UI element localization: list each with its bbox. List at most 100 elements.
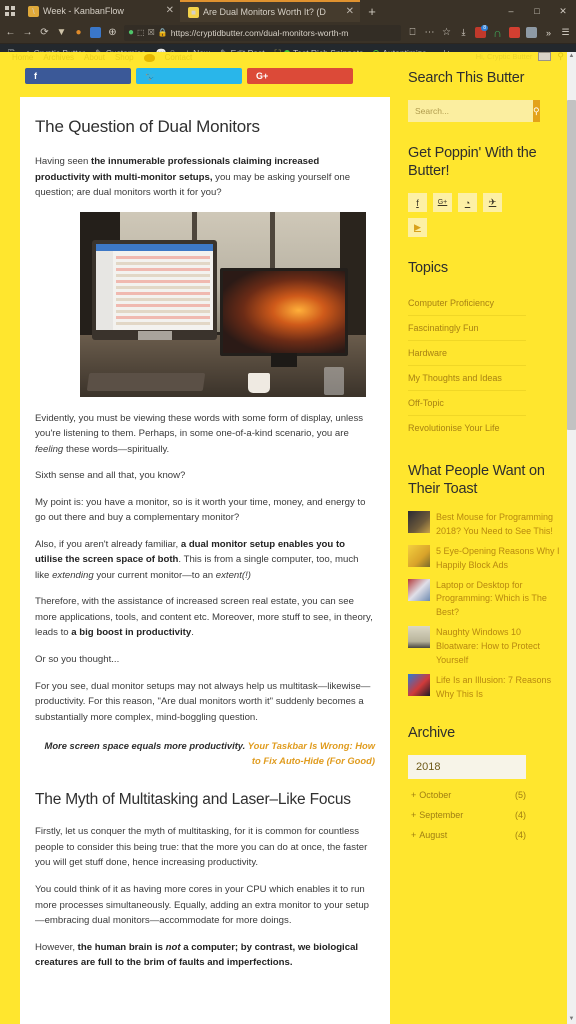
topic-link-off-topic[interactable]: Off-Topic — [408, 391, 526, 416]
expand-icon[interactable]: + — [411, 810, 416, 820]
text-run: However, — [35, 941, 78, 953]
sidebar: Search This Butter ⚲ Get Poppin' With th… — [400, 63, 576, 1024]
article-paragraph-1: Having seen the innumerable professional… — [35, 154, 375, 201]
site-nav-item-about[interactable]: About — [84, 53, 105, 62]
site-logo-icon[interactable] — [143, 54, 155, 62]
lastpass-extension-icon[interactable] — [506, 25, 523, 40]
archive-row-august[interactable]: + August (4) — [408, 825, 526, 845]
social-link-google-plus[interactable]: G+ — [433, 193, 452, 213]
search-submit-button[interactable]: ⚲ — [533, 100, 540, 123]
social-link-twitter[interactable]: ✈ — [483, 193, 502, 213]
downloads-icon[interactable]: ⤓ — [455, 25, 472, 40]
widget-title: What People Want on Their Toast — [408, 462, 545, 497]
adblock-extension-icon[interactable]: 8 — [472, 25, 489, 40]
reload-icon[interactable]: ⟳ — [36, 24, 53, 42]
page-scrollbar[interactable]: ▲ ▼ — [567, 52, 576, 1024]
popular-post-link[interactable]: Naughty Windows 10 Bloatware: How to Pro… — [436, 626, 560, 668]
shield-badge-icon: ● — [128, 27, 135, 38]
nordvpn-extension-icon[interactable]: ∩ — [489, 25, 506, 40]
pull-quote-link[interactable]: Your Taskbar Is Wrong: How to Fix Auto-H… — [248, 740, 375, 766]
close-icon[interactable]: ✕ — [346, 7, 354, 17]
archive-row-september[interactable]: + September (4) — [408, 805, 526, 825]
search-input[interactable] — [408, 100, 533, 123]
share-twitter-button[interactable]: 🐦 — [136, 68, 242, 84]
imac-in-photo — [92, 239, 217, 340]
expand-icon[interactable]: + — [411, 830, 416, 840]
address-bar[interactable]: ● ⬚ ☒ 🔒 https://cryptidbutter.com/dual-m… — [124, 24, 401, 41]
avatar[interactable] — [538, 52, 552, 61]
month-name: October — [419, 790, 452, 801]
text-run: your current monitor—to an — [93, 569, 216, 581]
archive-year[interactable]: 2018 — [408, 755, 526, 780]
forward-icon[interactable]: → — [19, 24, 36, 42]
facebook-icon: f — [34, 71, 37, 81]
browser-tab-kanbanflow[interactable]: \ Week - KanbanFlow ✕ — [20, 0, 180, 22]
widget-popular-posts: What People Want on Their Toast Best Mou… — [408, 462, 560, 703]
archive-month-label: + September — [411, 810, 463, 820]
text-run: Evidently, you must be viewing these wor… — [35, 412, 364, 440]
social-link-rss[interactable]: ◔ — [458, 193, 477, 213]
archive-row-october[interactable]: + October (5) — [408, 785, 526, 805]
social-link-youtube[interactable]: ▶ — [408, 218, 427, 238]
share-google-plus-button[interactable]: G+ — [247, 68, 353, 84]
site-nav-item-home[interactable]: Home — [12, 53, 33, 62]
topic-list: Computer Proficiency Fascinatingly Fun H… — [408, 291, 526, 440]
hamburger-menu-icon[interactable]: ☰ — [557, 25, 574, 40]
tab-title: Are Dual Monitors Worth It? (D — [203, 7, 326, 17]
topic-link-hardware[interactable]: Hardware — [408, 341, 526, 366]
widget-title: Search This Butter — [408, 70, 525, 86]
container-icon[interactable]: ⊕ — [104, 24, 121, 42]
month-name: August — [419, 830, 448, 841]
reader-view-icon[interactable]: ⎕ — [404, 24, 421, 42]
article-paragraph-10: You could think of it as having more cor… — [35, 883, 369, 927]
site-nav-item-shop[interactable]: Shop — [115, 53, 134, 62]
site-nav-item-contact[interactable]: Contact — [165, 53, 193, 62]
list-item[interactable]: Laptop or Desktop for Programming: Which… — [408, 578, 560, 621]
topic-link-my-thoughts-and-ideas[interactable]: My Thoughts and Ideas — [408, 366, 526, 391]
list-item[interactable]: 5 Eye-Opening Reasons Why I Happily Bloc… — [408, 544, 560, 573]
tracking-protection-icon[interactable]: ☒ — [148, 28, 155, 37]
page-columns: f 🐦 G+ The Question of Dual Monitors Hav… — [0, 63, 576, 1024]
popular-post-link[interactable]: Laptop or Desktop for Programming: Which… — [436, 579, 560, 621]
flame-icon[interactable]: ● — [70, 24, 87, 42]
popular-post-link[interactable]: 5 Eye-Opening Reasons Why I Happily Bloc… — [436, 545, 560, 573]
minimize-button[interactable]: – — [498, 6, 524, 16]
close-icon[interactable]: ✕ — [166, 6, 174, 16]
topic-link-fascinatingly-fun[interactable]: Fascinatingly Fun — [408, 316, 526, 341]
site-nav-item-archives[interactable]: Archives — [43, 53, 74, 62]
scroll-up-arrow-icon[interactable]: ▲ — [567, 52, 576, 61]
popular-post-link[interactable]: Best Mouse for Programming 2018? You Nee… — [436, 511, 560, 539]
page-actions-icon[interactable]: ⋯ — [421, 24, 438, 42]
extension-icon[interactable] — [87, 24, 104, 42]
illusion-thumbnail — [408, 674, 430, 697]
page-info-icon[interactable]: ⬚ — [137, 28, 145, 37]
popular-post-link[interactable]: Life Is an Illusion: 7 Reasons Why This … — [436, 674, 560, 702]
list-item[interactable]: Life Is an Illusion: 7 Reasons Why This … — [408, 674, 560, 702]
topic-link-computer-proficiency[interactable]: Computer Proficiency — [408, 291, 526, 316]
pull-quote: More screen space equals more productivi… — [35, 739, 375, 768]
widget-social: Get Poppin' With the Butter! f G+ ◔ ✈ ▶ — [408, 144, 560, 238]
list-item[interactable]: Best Mouse for Programming 2018? You Nee… — [408, 510, 560, 539]
maximize-button[interactable]: □ — [524, 6, 550, 16]
expand-icon[interactable]: + — [411, 790, 416, 800]
page-title: The Question of Dual Monitors — [35, 117, 260, 136]
scrollbar-thumb[interactable] — [567, 100, 576, 430]
search-icon[interactable]: ⚲ — [557, 52, 564, 62]
list-item[interactable]: Naughty Windows 10 Bloatware: How to Pro… — [408, 626, 560, 668]
google-plus-icon: G+ — [256, 71, 269, 81]
new-tab-button[interactable]: + — [360, 0, 384, 22]
bookmark-star-icon[interactable]: ☆ — [438, 24, 455, 42]
cryptic-butter-icon: ■ — [188, 6, 199, 18]
share-facebook-button[interactable]: f — [25, 68, 131, 84]
browser-tab-dual-monitors[interactable]: ■ Are Dual Monitors Worth It? (D ✕ — [180, 0, 360, 22]
pocket-icon[interactable]: ▼ — [53, 24, 70, 42]
section-heading: The Myth of Multitasking and Laser–Like … — [35, 791, 351, 809]
screenshot-extension-icon[interactable] — [523, 25, 540, 40]
topic-link-revolutionise-your-life[interactable]: Revolutionise Your Life — [408, 416, 526, 440]
social-link-facebook[interactable]: f — [408, 193, 427, 213]
scroll-down-arrow-icon[interactable]: ▼ — [567, 1015, 576, 1024]
overflow-icon[interactable]: » — [540, 25, 557, 40]
tab-list-button[interactable] — [0, 0, 20, 22]
close-window-button[interactable]: ✕ — [550, 6, 576, 17]
back-icon[interactable]: ← — [2, 24, 19, 42]
